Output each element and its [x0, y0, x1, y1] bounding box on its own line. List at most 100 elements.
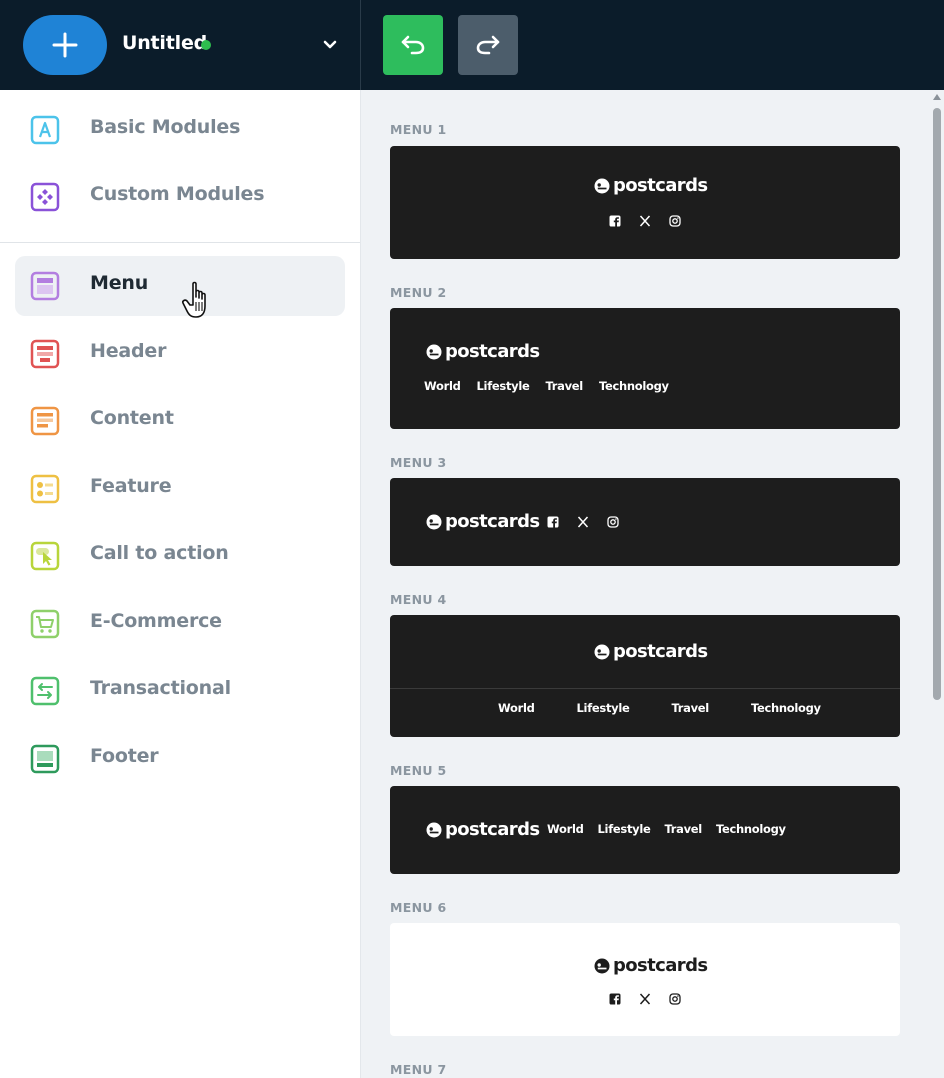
postcards-logo-icon [426, 514, 442, 529]
postcards-logo: postcards [594, 175, 708, 196]
postcards-logo: postcards [426, 511, 540, 532]
instagram-icon[interactable] [669, 993, 681, 1005]
brand-name: postcards [445, 819, 540, 840]
sidebar-item-label: Feature [90, 475, 172, 497]
postcards-logo: postcards [426, 819, 540, 840]
sidebar-item-label: E-Commerce [90, 610, 222, 632]
sidebar-item-feature[interactable]: Feature [15, 459, 345, 519]
instagram-icon[interactable] [607, 516, 619, 528]
brand-name: postcards [613, 641, 708, 662]
add-button[interactable] [23, 15, 107, 75]
social-icons [609, 215, 681, 227]
sidebar-item-label: Call to action [90, 542, 229, 564]
sidebar-item-menu[interactable]: Menu [15, 256, 345, 316]
content-icon [30, 406, 60, 436]
document-header: Untitled [0, 0, 361, 90]
nav-link-world[interactable]: World [424, 379, 461, 393]
plus-icon [52, 32, 78, 58]
postcards-logo-icon [594, 958, 610, 973]
section-label: MENU 2 [390, 285, 447, 300]
custom-modules-icon [30, 182, 60, 212]
brand-name: postcards [445, 341, 540, 362]
cart-icon [30, 609, 60, 639]
nav-links: World Lifestyle Travel Technology [547, 822, 786, 836]
social-icons [609, 993, 681, 1005]
basic-modules-icon [30, 115, 60, 145]
postcards-logo: postcards [594, 955, 708, 976]
sidebar-item-footer[interactable]: Footer [15, 729, 345, 789]
sidebar-item-content[interactable]: Content [15, 391, 345, 451]
sidebar-item-transactional[interactable]: Transactional [15, 661, 345, 721]
saved-status-dot [201, 40, 211, 50]
section-label: MENU 3 [390, 455, 447, 470]
sidebar-item-custom-modules[interactable]: Custom Modules [15, 167, 345, 227]
instagram-icon[interactable] [669, 215, 681, 227]
section-label: MENU 7 [390, 1062, 447, 1077]
nav-link-world[interactable]: World [498, 701, 535, 715]
postcards-logo-icon [594, 644, 610, 659]
nav-link-technology[interactable]: Technology [599, 379, 669, 393]
top-bar: Untitled [0, 0, 944, 90]
scroll-up-arrow-icon[interactable] [933, 94, 941, 100]
sidebar-item-e-commerce[interactable]: E-Commerce [15, 594, 345, 654]
menu-module-6[interactable]: postcards [390, 923, 900, 1036]
chevron-down-icon[interactable] [322, 38, 338, 52]
transactional-icon [30, 676, 60, 706]
undo-icon [401, 35, 425, 55]
footer-icon [30, 744, 60, 774]
section-label: MENU 6 [390, 900, 447, 915]
social-icons [547, 516, 619, 528]
sidebar-item-header[interactable]: Header [15, 324, 345, 384]
menu-module-3[interactable]: postcards [390, 478, 900, 566]
nav-link-travel[interactable]: Travel [671, 701, 709, 715]
brand-name: postcards [445, 511, 540, 532]
menu-module-5[interactable]: postcards World Lifestyle Travel Technol… [390, 786, 900, 874]
facebook-icon[interactable] [547, 516, 559, 528]
facebook-icon[interactable] [609, 215, 621, 227]
menu-module-4[interactable]: postcards World Lifestyle Travel Technol… [390, 615, 900, 737]
sidebar-item-label: Basic Modules [90, 116, 241, 138]
facebook-icon[interactable] [609, 993, 621, 1005]
nav-link-world[interactable]: World [547, 822, 584, 836]
nav-link-lifestyle[interactable]: Lifestyle [598, 822, 651, 836]
section-label: MENU 5 [390, 763, 447, 778]
module-preview-list: MENU 1 postcards MENU 2 postcards World … [361, 90, 930, 1078]
nav-link-technology[interactable]: Technology [716, 822, 786, 836]
feature-icon [30, 474, 60, 504]
nav-link-travel[interactable]: Travel [545, 379, 583, 393]
postcards-logo-icon [426, 822, 442, 837]
nav-links: World Lifestyle Travel Technology [498, 701, 821, 715]
postcards-logo-icon [426, 344, 442, 359]
redo-button[interactable] [458, 15, 518, 75]
brand-name: postcards [613, 175, 708, 196]
nav-link-lifestyle[interactable]: Lifestyle [477, 379, 530, 393]
sidebar-item-label: Footer [90, 745, 159, 767]
nav-links: World Lifestyle Travel Technology [424, 379, 669, 393]
menu-icon [30, 271, 60, 301]
sidebar-item-call-to-action[interactable]: Call to action [15, 526, 345, 586]
header-icon [30, 339, 60, 369]
sidebar: Basic Modules Custom Modules Menu Header [0, 90, 361, 1078]
postcards-logo-icon [594, 178, 610, 193]
sidebar-item-label: Menu [90, 272, 149, 294]
x-icon[interactable] [577, 516, 589, 528]
undo-button[interactable] [383, 15, 443, 75]
scrollbar-thumb[interactable] [933, 108, 941, 700]
nav-link-travel[interactable]: Travel [664, 822, 702, 836]
menu-module-1[interactable]: postcards [390, 146, 900, 259]
postcards-logo: postcards [426, 341, 540, 362]
sidebar-item-basic-modules[interactable]: Basic Modules [15, 100, 345, 160]
document-title[interactable]: Untitled [122, 32, 207, 54]
x-icon[interactable] [639, 993, 651, 1005]
menu-module-2[interactable]: postcards World Lifestyle Travel Technol… [390, 308, 900, 429]
section-label: MENU 4 [390, 592, 447, 607]
call-to-action-icon [30, 541, 60, 571]
scrollbar[interactable] [930, 90, 944, 1078]
x-icon[interactable] [639, 215, 651, 227]
nav-link-lifestyle[interactable]: Lifestyle [577, 701, 630, 715]
sidebar-item-label: Transactional [90, 677, 231, 699]
sidebar-divider [0, 242, 360, 243]
menu-divider [390, 688, 900, 689]
postcards-logo: postcards [594, 641, 708, 662]
nav-link-technology[interactable]: Technology [751, 701, 821, 715]
